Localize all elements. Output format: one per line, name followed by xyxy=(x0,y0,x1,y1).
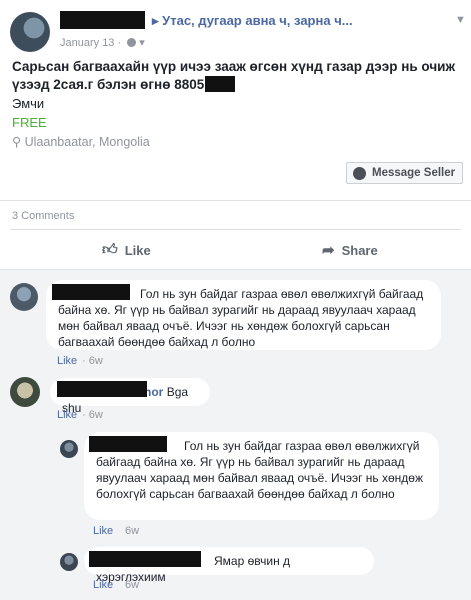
divider xyxy=(0,200,471,201)
message-seller-button[interactable]: Message Seller xyxy=(346,162,463,184)
location-pin-icon: ⚲ xyxy=(12,135,25,149)
redacted-phone xyxy=(205,76,235,92)
post-date[interactable]: January 13 · xyxy=(60,37,121,49)
divider xyxy=(10,229,461,230)
comment-like-link[interactable]: Like xyxy=(57,409,77,421)
post-title: Сарьсан багваахайн үүр ичээ зааж өгсөн х… xyxy=(12,59,456,92)
reply-time[interactable]: 6w xyxy=(125,525,139,537)
globe-icon xyxy=(127,38,137,47)
redacted-commenter-name xyxy=(52,284,130,300)
like-button[interactable]: 👍︎ Like xyxy=(102,241,151,259)
marketplace-post: ▸ Утас, дугаар авна ч, зарна ч... Januar… xyxy=(0,0,471,270)
post-options-caret-icon[interactable]: ▼ xyxy=(455,14,466,26)
commenter-avatar[interactable] xyxy=(10,377,40,407)
post-category: Эмчи xyxy=(12,96,45,111)
messenger-icon xyxy=(353,166,366,180)
redacted-commenter-name xyxy=(89,436,167,452)
commenter-avatar[interactable] xyxy=(10,283,38,311)
thumbs-up-icon: 👍︎ xyxy=(102,241,118,258)
post-meta: January 13 · ▾ xyxy=(60,36,145,49)
share-arrow-icon: ➦ xyxy=(322,242,335,259)
reply-like-link[interactable]: Like xyxy=(93,579,113,591)
comments-count-link[interactable]: 3 Comments xyxy=(12,210,74,222)
play-arrow-icon: ▸ xyxy=(152,13,163,28)
redacted-commenter-name xyxy=(89,551,201,567)
replier-avatar[interactable] xyxy=(60,553,78,571)
comment-time[interactable]: · 6w xyxy=(82,409,103,421)
replier-avatar[interactable] xyxy=(60,440,78,458)
comment-like-link[interactable]: Like xyxy=(57,355,77,367)
comment-time[interactable]: · 6w xyxy=(82,355,103,367)
divider xyxy=(0,269,471,270)
redacted-poster-name xyxy=(60,11,145,29)
reply-like-link[interactable]: Like xyxy=(93,525,113,537)
share-button[interactable]: ➦ Share xyxy=(322,241,378,259)
redacted-commenter-name xyxy=(57,381,147,397)
privacy-caret-icon[interactable]: ▾ xyxy=(139,37,145,49)
post-location: ⚲ Ulaanbaatar, Mongolia xyxy=(12,135,150,149)
post-price: FREE xyxy=(12,115,47,130)
poster-avatar[interactable] xyxy=(10,12,50,52)
group-link[interactable]: ▸ Утас, дугаар авна ч, зарна ч... xyxy=(152,13,353,29)
reply-time[interactable]: 6w xyxy=(125,579,139,591)
